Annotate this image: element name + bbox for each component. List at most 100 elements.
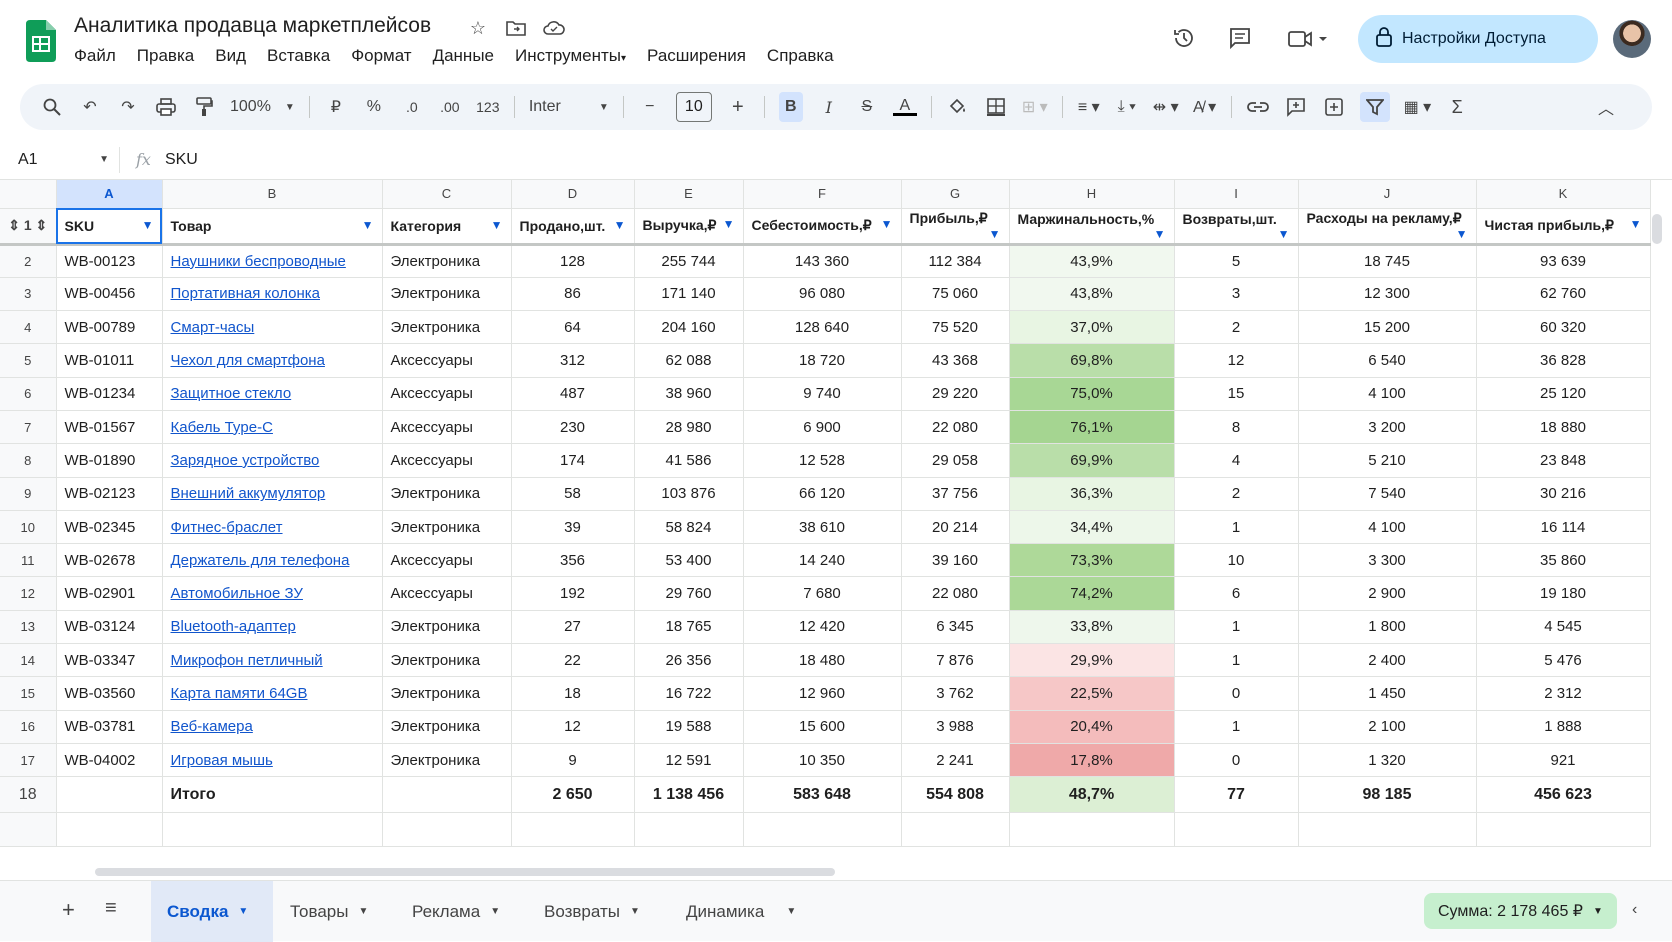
revenue-cell[interactable]: 171 140 xyxy=(634,277,744,312)
formula-input[interactable]: SKU xyxy=(165,151,198,169)
profit-cell[interactable]: 3 988 xyxy=(901,710,1010,744)
increase-decimal-button[interactable]: .00 xyxy=(438,92,462,122)
sold-cell[interactable]: 230 xyxy=(511,410,635,445)
returns-cell[interactable]: 2 xyxy=(1174,477,1299,511)
total-ads[interactable]: 98 185 xyxy=(1298,776,1477,814)
product-cell[interactable]: Чехол для смартфона xyxy=(162,343,383,378)
header-cell[interactable]: Выручка,₽ ▼ xyxy=(634,208,744,246)
profit-cell[interactable]: 29 220 xyxy=(901,377,1010,411)
menu-format[interactable]: Формат xyxy=(351,46,411,66)
category-cell[interactable]: Электроника xyxy=(382,310,512,345)
cell[interactable] xyxy=(634,812,744,847)
returns-cell[interactable]: 0 xyxy=(1174,676,1299,711)
product-link[interactable]: Микрофон петличный xyxy=(171,652,323,669)
sku-cell[interactable]: WB-02901 xyxy=(56,576,163,611)
net-cell[interactable]: 16 114 xyxy=(1476,510,1651,545)
sku-cell[interactable]: WB-01890 xyxy=(56,443,163,478)
net-cell[interactable]: 35 860 xyxy=(1476,543,1651,578)
cost-cell[interactable]: 143 360 xyxy=(743,244,902,278)
header-cell[interactable]: Прибыль,₽ ▼ xyxy=(901,208,1010,246)
sku-cell[interactable]: WB-00123 xyxy=(56,244,163,278)
row-number[interactable]: 14 xyxy=(0,643,57,678)
header-cell[interactable]: SKU ▼ xyxy=(56,208,163,246)
filter-icon[interactable]: ▼ xyxy=(881,217,893,231)
category-cell[interactable]: Аксессуары xyxy=(382,377,512,411)
product-cell[interactable]: Карта памяти 64GB xyxy=(162,676,383,711)
sold-cell[interactable]: 12 xyxy=(511,710,635,744)
margin-cell[interactable]: 43,8% xyxy=(1009,277,1175,312)
cell[interactable] xyxy=(56,812,163,847)
cost-cell[interactable]: 66 120 xyxy=(743,477,902,511)
redo-icon[interactable]: ↷ xyxy=(116,92,140,122)
star-icon[interactable]: ☆ xyxy=(466,16,490,40)
sku-cell[interactable]: WB-01011 xyxy=(56,343,163,378)
menu-view[interactable]: Вид xyxy=(215,46,246,66)
filter-icon[interactable]: ▼ xyxy=(1630,217,1642,231)
version-history-icon[interactable] xyxy=(1172,26,1196,56)
profit-cell[interactable]: 3 762 xyxy=(901,676,1010,711)
category-cell[interactable]: Аксессуары xyxy=(382,443,512,478)
profit-cell[interactable]: 112 384 xyxy=(901,244,1010,278)
margin-cell[interactable]: 22,5% xyxy=(1009,676,1175,711)
product-cell[interactable]: Веб-камера xyxy=(162,710,383,744)
header-cell[interactable]: Категория ▼ xyxy=(382,208,512,246)
margin-cell[interactable]: 20,4% xyxy=(1009,710,1175,744)
ads-cell[interactable]: 1 800 xyxy=(1298,610,1477,645)
category-cell[interactable]: Аксессуары xyxy=(382,343,512,378)
row-number[interactable]: 4 xyxy=(0,310,57,345)
category-cell[interactable]: Электроника xyxy=(382,510,512,545)
column-header[interactable]: F xyxy=(743,180,902,209)
total-label[interactable]: Итого xyxy=(162,776,383,814)
sku-cell[interactable]: WB-02678 xyxy=(56,543,163,578)
cost-cell[interactable]: 38 610 xyxy=(743,510,902,545)
net-cell[interactable]: 1 888 xyxy=(1476,710,1651,744)
profit-cell[interactable]: 39 160 xyxy=(901,543,1010,578)
margin-cell[interactable]: 37,0% xyxy=(1009,310,1175,345)
horizontal-scrollbar[interactable] xyxy=(95,868,835,876)
sku-cell[interactable]: WB-00789 xyxy=(56,310,163,345)
product-link[interactable]: Внешний аккумулятор xyxy=(171,485,326,502)
net-cell[interactable]: 4 545 xyxy=(1476,610,1651,645)
column-header[interactable]: I xyxy=(1174,180,1299,209)
insert-chart-icon[interactable] xyxy=(1322,92,1346,122)
product-link[interactable]: Игровая мышь xyxy=(171,752,273,769)
ads-cell[interactable]: 7 540 xyxy=(1298,477,1477,511)
cost-cell[interactable]: 128 640 xyxy=(743,310,902,345)
filter-icon[interactable] xyxy=(1359,92,1390,122)
chevron-left-icon[interactable]: ‹ xyxy=(1632,901,1637,919)
revenue-cell[interactable]: 41 586 xyxy=(634,443,744,478)
returns-cell[interactable]: 3 xyxy=(1174,277,1299,312)
sku-cell[interactable]: WB-04002 xyxy=(56,743,163,778)
net-cell[interactable]: 23 848 xyxy=(1476,443,1651,478)
sheet-tab[interactable]: Сводка ▼ xyxy=(151,881,273,942)
revenue-cell[interactable]: 53 400 xyxy=(634,543,744,578)
cost-cell[interactable]: 10 350 xyxy=(743,743,902,778)
row-number[interactable]: 11 xyxy=(0,543,57,578)
margin-cell[interactable]: 69,8% xyxy=(1009,343,1175,378)
cost-cell[interactable]: 18 720 xyxy=(743,343,902,378)
product-cell[interactable]: Bluetooth-адаптер xyxy=(162,610,383,645)
product-cell[interactable]: Держатель для телефона xyxy=(162,543,383,578)
sold-cell[interactable]: 9 xyxy=(511,743,635,778)
returns-cell[interactable]: 6 xyxy=(1174,576,1299,611)
product-cell[interactable]: Смарт-часы xyxy=(162,310,383,345)
row-number[interactable]: 7 xyxy=(0,410,57,445)
product-cell[interactable]: Внешний аккумулятор xyxy=(162,477,383,511)
cell[interactable] xyxy=(162,812,383,847)
menu-tools[interactable]: Инструменты▾ xyxy=(515,46,626,66)
returns-cell[interactable]: 2 xyxy=(1174,310,1299,345)
returns-cell[interactable]: 1 xyxy=(1174,643,1299,678)
sold-cell[interactable]: 128 xyxy=(511,244,635,278)
revenue-cell[interactable]: 103 876 xyxy=(634,477,744,511)
net-cell[interactable]: 62 760 xyxy=(1476,277,1651,312)
column-header[interactable]: D xyxy=(511,180,635,209)
category-cell[interactable]: Электроника xyxy=(382,710,512,744)
product-link[interactable]: Защитное стекло xyxy=(171,385,292,402)
menu-data[interactable]: Данные xyxy=(433,46,494,66)
category-cell[interactable]: Электроника xyxy=(382,477,512,511)
cell[interactable] xyxy=(382,776,512,814)
currency-format-button[interactable]: ₽ xyxy=(324,92,348,122)
ads-cell[interactable]: 6 540 xyxy=(1298,343,1477,378)
returns-cell[interactable]: 4 xyxy=(1174,443,1299,478)
total-profit[interactable]: 554 808 xyxy=(901,776,1010,814)
